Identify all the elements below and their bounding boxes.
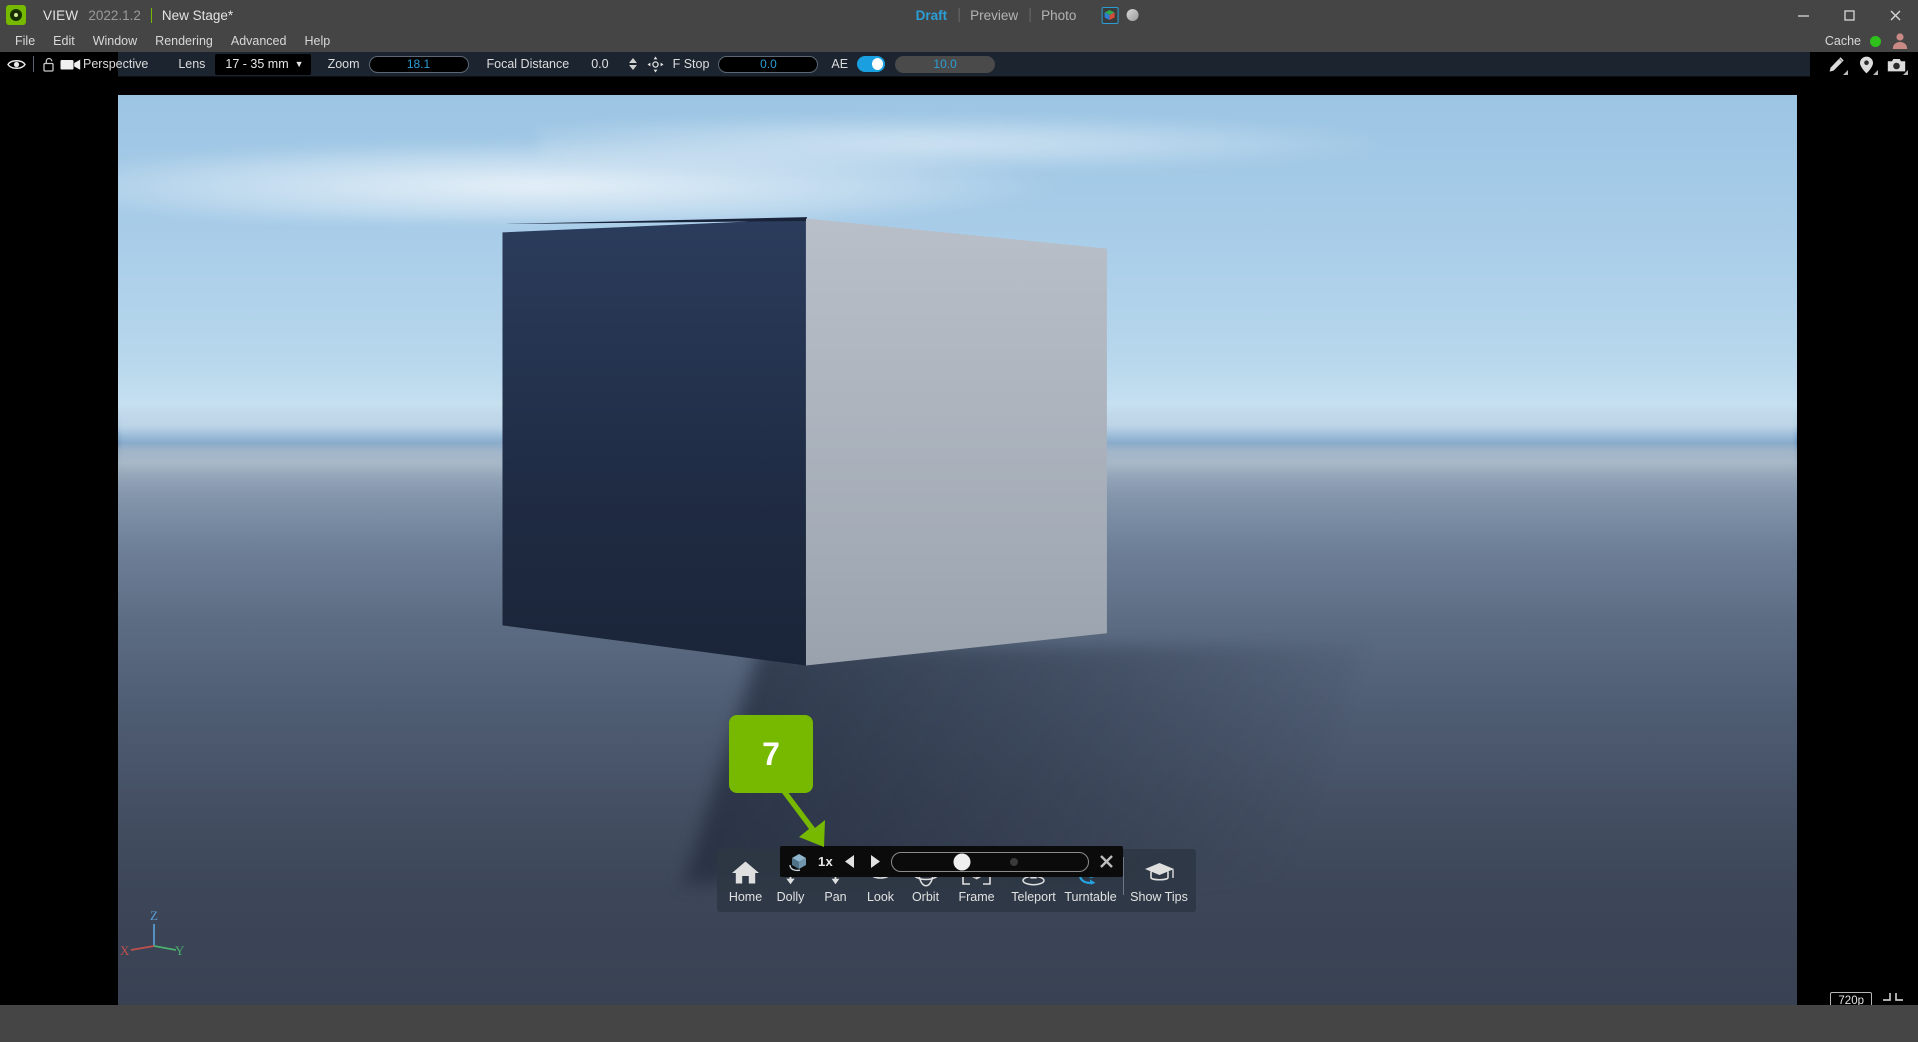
scene-cube-mesh[interactable] — [502, 203, 1107, 666]
status-bar — [0, 1005, 1918, 1042]
callout-number: 7 — [762, 735, 780, 772]
tab-photo[interactable]: Photo — [1030, 8, 1087, 23]
tab-preview[interactable]: Preview — [959, 8, 1029, 23]
nav-label-frame: Frame — [958, 890, 995, 904]
camera-icon[interactable] — [57, 58, 83, 71]
zoom-label: Zoom — [327, 57, 360, 71]
cloud-layer-2 — [537, 115, 1378, 171]
title-divider — [150, 7, 152, 23]
menu-item-edit[interactable]: Edit — [44, 32, 84, 50]
close-icon[interactable] — [1095, 854, 1117, 869]
toolbar-divider — [33, 56, 34, 72]
camera-toolbar: Perspective Lens 17 - 35 mm ▼ Zoom 18.1 … — [0, 52, 1918, 77]
rtx-cube-icon[interactable] — [1101, 6, 1119, 24]
slider-tick — [1009, 857, 1018, 866]
menu-bar: File Edit Window Rendering Advanced Help… — [0, 30, 1918, 52]
fstop-label: F Stop — [672, 57, 710, 71]
lens-value: 17 - 35 mm — [225, 57, 289, 71]
stepper-arrows-icon[interactable] — [628, 58, 637, 70]
menu-item-help[interactable]: Help — [295, 32, 339, 50]
location-pin-icon[interactable] — [1854, 54, 1878, 76]
cache-label: Cache — [1824, 34, 1861, 48]
eye-icon[interactable] — [4, 58, 28, 71]
menu-item-file[interactable]: File — [6, 32, 44, 50]
render-mode-tabs: Draft Preview Photo — [780, 0, 1139, 30]
camera-name[interactable]: Perspective — [83, 57, 148, 71]
menu-item-rendering[interactable]: Rendering — [146, 32, 222, 50]
home-icon — [731, 856, 760, 888]
user-avatar-icon[interactable] — [1890, 32, 1910, 50]
minimize-icon[interactable] — [1780, 0, 1826, 30]
status-dot-icon — [1870, 35, 1881, 47]
nav-label-turntable: Turntable — [1064, 890, 1117, 904]
axis-label-z: Z — [150, 908, 158, 923]
zoom-value: 18.1 — [406, 57, 431, 71]
callout-arrow-icon — [776, 783, 825, 847]
material-sphere-icon[interactable] — [1126, 9, 1139, 21]
lens-label: Lens — [178, 57, 206, 71]
close-icon[interactable] — [1872, 0, 1918, 30]
pencil-markup-icon[interactable] — [1824, 54, 1848, 76]
window-controls — [1780, 0, 1918, 30]
maximize-icon[interactable] — [1826, 0, 1872, 30]
ae-label: AE — [831, 57, 849, 71]
focal-distance-label: Focal Distance — [486, 57, 570, 71]
cache-status: Cache — [1825, 30, 1910, 52]
tab-draft[interactable]: Draft — [905, 8, 959, 23]
ae-toggle[interactable] — [857, 56, 886, 72]
turntable-speed-slider[interactable] — [891, 851, 1089, 872]
camera-toolbar-right-tools — [1810, 52, 1918, 77]
focus-crosshair-icon[interactable] — [646, 56, 666, 73]
nav-label-look: Look — [866, 890, 895, 904]
nav-label-home: Home — [728, 890, 763, 904]
turntable-cube-icon — [786, 851, 812, 873]
cube-face-left — [502, 218, 806, 666]
fstop-input[interactable]: 0.0 — [718, 55, 819, 73]
zoom-input[interactable]: 18.1 — [368, 55, 469, 73]
focal-distance-value[interactable]: 0.0 — [591, 57, 608, 71]
cube-face-right — [805, 218, 1107, 666]
turntable-speed-label: 1x — [818, 854, 834, 869]
viewport-letterbox-right — [1797, 78, 1918, 1005]
fstop-value: 0.0 — [760, 57, 777, 71]
omniverse-logo-icon — [6, 5, 26, 25]
menu-item-advanced[interactable]: Advanced — [222, 32, 296, 50]
axis-gizmo[interactable]: Z X Y — [120, 908, 186, 960]
menu-item-window[interactable]: Window — [84, 32, 146, 50]
chevron-down-icon: ▼ — [294, 59, 304, 69]
play-forward-icon[interactable] — [865, 851, 885, 873]
viewport-letterbox-left — [0, 78, 118, 1005]
ae-value-input[interactable]: 10.0 — [895, 55, 996, 73]
ae-value: 10.0 — [933, 57, 957, 71]
slider-handle[interactable] — [953, 853, 971, 870]
axis-label-y: Y — [175, 943, 185, 958]
nav-label-pan: Pan — [824, 890, 847, 904]
camera-capture-icon[interactable] — [1884, 54, 1908, 76]
nav-label-dolly: Dolly — [776, 890, 805, 904]
title-bar: VIEW 2022.1.2 New Stage* Draft Preview P… — [0, 0, 1918, 30]
omniverse-view-window: VIEW 2022.1.2 New Stage* Draft Preview P… — [0, 0, 1918, 1042]
graduation-cap-icon — [1144, 856, 1175, 888]
lens-dropdown[interactable]: 17 - 35 mm ▼ — [215, 53, 311, 75]
nav-button-show-tips[interactable]: Show Tips — [1128, 853, 1190, 904]
nav-button-home[interactable]: Home — [723, 853, 768, 904]
nav-label-teleport: Teleport — [1011, 890, 1056, 904]
play-backward-icon[interactable] — [839, 851, 859, 873]
nav-label-show-tips: Show Tips — [1130, 890, 1188, 904]
stage-name: New Stage* — [161, 7, 234, 23]
viewport-letterbox-top — [0, 78, 1918, 95]
lock-open-icon[interactable] — [39, 57, 57, 72]
app-name: VIEW — [43, 7, 79, 23]
nav-divider — [1123, 857, 1124, 895]
axis-label-x: X — [120, 943, 130, 958]
app-version: 2022.1.2 — [88, 7, 141, 23]
nav-label-orbit: Orbit — [911, 890, 940, 904]
